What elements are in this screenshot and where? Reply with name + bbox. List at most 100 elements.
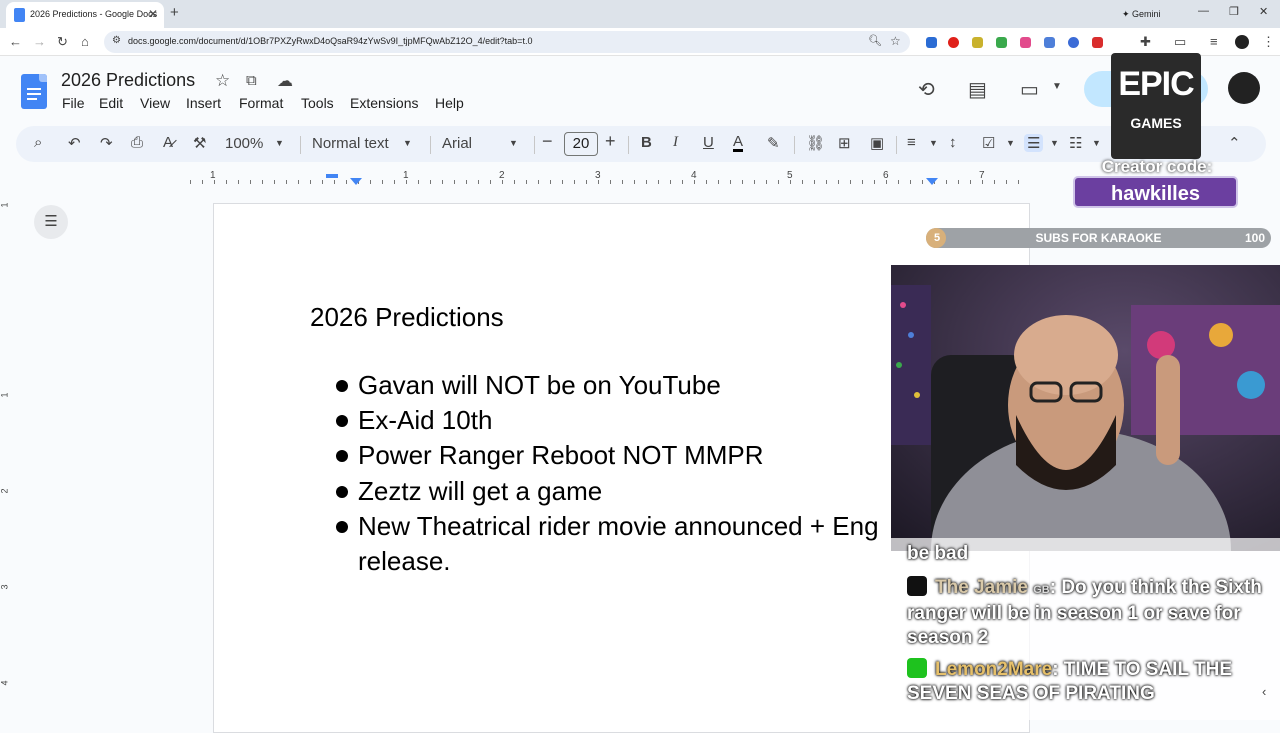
ruler-tick	[754, 180, 755, 184]
bookmark-star-icon[interactable]: ☆	[890, 34, 901, 48]
ruler-tick	[634, 180, 635, 184]
insert-image-icon[interactable]: ▣	[870, 134, 884, 152]
menu-edit[interactable]: Edit	[99, 95, 123, 111]
highlight-icon[interactable]: ✎	[767, 134, 780, 152]
home-icon[interactable]: ⌂	[81, 34, 89, 49]
chevron-down-icon[interactable]: ▼	[1006, 138, 1015, 148]
list-item: Power Ranger Reboot NOT MMPR	[358, 440, 764, 470]
spellcheck-icon[interactable]: A̷	[163, 134, 173, 151]
extensions-puzzle-icon[interactable]: ✚	[1140, 34, 1151, 50]
font-size-input[interactable]: 20	[564, 132, 598, 156]
back-icon[interactable]: ←	[9, 34, 22, 49]
ruler-tick	[1018, 180, 1019, 184]
chevron-down-icon[interactable]: ▼	[403, 138, 412, 148]
menu-help[interactable]: Help	[435, 95, 464, 111]
window-close-icon[interactable]: ✕	[1259, 5, 1268, 18]
document-title[interactable]: 2026 Predictions	[61, 70, 195, 91]
insert-link-icon[interactable]: ⛓	[806, 134, 825, 152]
document-outline-button[interactable]: ☰	[34, 205, 68, 239]
reload-icon[interactable]: ↻	[57, 34, 68, 50]
ruler-tick	[694, 180, 695, 184]
chevron-down-icon[interactable]: ▼	[1050, 138, 1059, 148]
zoom-select[interactable]: 100%	[225, 135, 263, 152]
checklist-icon[interactable]: ☑	[982, 134, 995, 152]
side-panel-icon[interactable]: ▭	[1174, 34, 1186, 50]
menu-format[interactable]: Format	[239, 95, 283, 111]
extension-icon[interactable]	[1044, 37, 1055, 48]
star-icon[interactable]: ☆	[215, 71, 230, 91]
text-color-icon[interactable]: A	[733, 134, 744, 152]
align-icon[interactable]: ≡	[907, 134, 916, 151]
chevron-down-icon[interactable]: ▼	[275, 138, 284, 148]
browser-tab[interactable]: 2026 Predictions - Google Docs ✕	[6, 2, 164, 28]
bullet-icon	[336, 486, 348, 498]
site-info-icon[interactable]: ⚙	[112, 35, 121, 46]
style-select[interactable]: Normal text	[312, 135, 389, 152]
increase-font-size-icon[interactable]: +	[605, 131, 616, 152]
ruler-tick	[406, 180, 407, 184]
avatar[interactable]	[1228, 72, 1260, 104]
line-spacing-icon[interactable]: ↕	[949, 134, 957, 151]
meet-camera-icon[interactable]: ▭	[1020, 77, 1039, 102]
first-line-indent-marker[interactable]	[326, 174, 338, 178]
extension-icon[interactable]	[972, 37, 983, 48]
chevron-down-icon[interactable]: ▼	[929, 138, 938, 148]
ruler-tick	[286, 180, 287, 184]
extension-icon[interactable]	[1020, 37, 1031, 48]
bold-icon[interactable]: B	[641, 134, 652, 151]
browser-menu-icon[interactable]: ⋮	[1262, 34, 1275, 50]
extension-icon[interactable]	[1068, 37, 1079, 48]
chevron-down-icon[interactable]: ▼	[509, 138, 518, 148]
reading-list-icon[interactable]: ≡	[1210, 34, 1218, 49]
ruler-tick	[430, 180, 431, 184]
bulleted-list-icon[interactable]: ☰	[1024, 134, 1044, 152]
bullet-icon	[336, 415, 348, 427]
gemini-button[interactable]: ✦ Gemini	[1122, 5, 1178, 23]
ruler-tick	[574, 180, 575, 184]
chevron-down-icon[interactable]: ▼	[1052, 81, 1062, 92]
font-select[interactable]: Arial	[442, 135, 472, 152]
profile-avatar[interactable]	[1235, 35, 1249, 49]
add-comment-icon[interactable]: ⊞	[838, 134, 851, 152]
move-folder-icon[interactable]: ⧉	[246, 72, 257, 89]
extension-icon[interactable]	[948, 37, 959, 48]
ruler-tick	[946, 180, 947, 184]
search-menus-icon[interactable]: ⌕	[34, 134, 42, 151]
right-indent-marker[interactable]	[926, 178, 938, 185]
extension-icon[interactable]	[1092, 37, 1103, 48]
side-panel-toggle-icon[interactable]: ‹	[1262, 684, 1266, 699]
forward-icon[interactable]: →	[33, 34, 46, 49]
docs-logo-icon[interactable]	[21, 74, 47, 109]
undo-icon[interactable]: ↶	[68, 134, 81, 152]
left-indent-marker[interactable]	[350, 178, 362, 185]
tab-close-icon[interactable]: ✕	[148, 7, 158, 21]
print-icon[interactable]: ⎙	[131, 134, 143, 151]
zoom-icon[interactable]: 🔍︎	[868, 34, 882, 47]
comments-icon[interactable]: ▤	[968, 77, 987, 102]
menu-tools[interactable]: Tools	[301, 95, 334, 111]
menu-file[interactable]: File	[62, 95, 85, 111]
chat-message: Lemon2Mare: TIME TO SAIL THE SEVEN SEAS …	[907, 658, 1267, 706]
menu-insert[interactable]: Insert	[186, 95, 221, 111]
collapse-toolbar-icon[interactable]: ⌃	[1228, 134, 1241, 152]
underline-icon[interactable]: U	[703, 134, 714, 151]
minimize-icon[interactable]: —	[1198, 5, 1209, 17]
list-item: Ex-Aid 10th	[358, 405, 493, 435]
version-history-icon[interactable]: ⟲	[918, 77, 935, 102]
menu-extensions[interactable]: Extensions	[350, 95, 418, 111]
decrease-font-size-icon[interactable]: −	[542, 131, 553, 152]
new-tab-button[interactable]: +	[170, 4, 179, 21]
cloud-saved-icon[interactable]: ☁	[277, 71, 293, 91]
menu-view[interactable]: View	[140, 95, 170, 111]
paint-format-icon[interactable]: ⚒	[193, 134, 206, 152]
numbered-list-icon[interactable]: ☷	[1069, 134, 1082, 152]
maximize-icon[interactable]: ❐	[1229, 5, 1239, 18]
extension-icon[interactable]	[996, 37, 1007, 48]
extension-icon[interactable]	[926, 37, 937, 48]
redo-icon[interactable]: ↷	[100, 134, 113, 152]
chevron-down-icon[interactable]: ▼	[1092, 138, 1101, 148]
ruler-number: 2	[0, 488, 10, 494]
italic-icon[interactable]: I	[673, 134, 678, 151]
ruler-tick	[382, 180, 383, 184]
address-bar[interactable]: ⚙ docs.google.com/document/d/1OBr7PXZyRw…	[104, 31, 910, 53]
